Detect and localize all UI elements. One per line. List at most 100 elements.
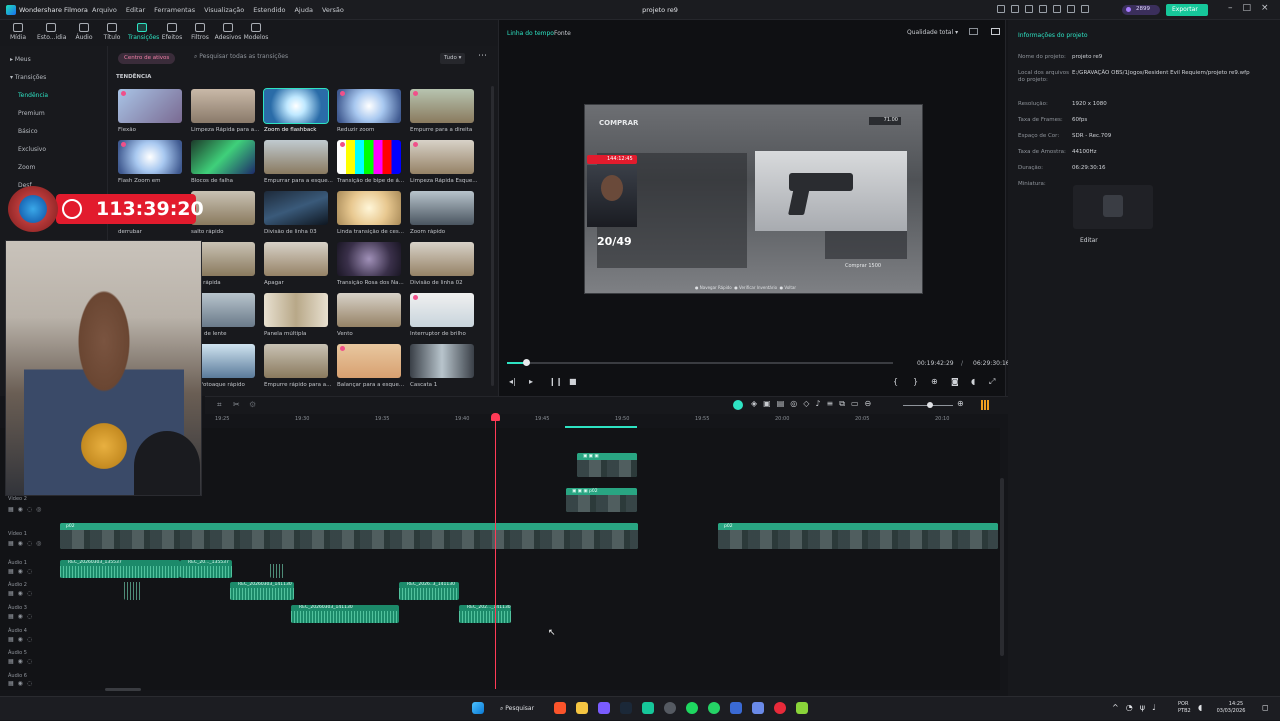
track-controls[interactable]: ▦◉◌ (8, 590, 36, 597)
video-clip[interactable]: p02 (60, 523, 638, 549)
tab-adesivos[interactable]: Adesivos (214, 23, 242, 41)
tab-efeitos[interactable]: Efeitos (158, 23, 186, 41)
split-view-icon[interactable] (969, 28, 978, 35)
tray-chevron-icon[interactable]: ^ (1112, 703, 1126, 712)
transition-tile[interactable] (118, 140, 182, 174)
grid-icon[interactable] (1067, 5, 1075, 13)
transition-tile[interactable] (337, 89, 401, 123)
tab-audio[interactable]: Áudio (70, 23, 98, 41)
tab-titulo[interactable]: Título (98, 23, 126, 41)
transition-tile[interactable] (337, 191, 401, 225)
keyboard-layout[interactable]: PTB2 (1178, 708, 1191, 714)
nav-basico[interactable]: Básico (18, 128, 38, 135)
nav-premium[interactable]: Premium (18, 110, 45, 117)
fullscreen-icon[interactable]: ⤢ (989, 377, 995, 387)
notes-icon[interactable] (796, 702, 808, 714)
audio-clip[interactable]: REC_20..._135537 (180, 560, 232, 578)
mic-icon[interactable]: ♪ (815, 399, 826, 408)
mail-icon[interactable] (1039, 5, 1047, 13)
nav-exclusivo[interactable]: Exclusivo (18, 146, 46, 153)
transition-tile[interactable] (264, 191, 328, 225)
export-button[interactable]: Exportar (1166, 4, 1208, 16)
menu-ajuda[interactable]: Ajuda (294, 0, 312, 20)
playhead[interactable] (495, 414, 496, 689)
nav-tendencia[interactable]: Tendência (18, 92, 48, 99)
usb-icon[interactable]: ψ (1140, 703, 1152, 712)
menu-versao[interactable]: Versão (322, 0, 344, 20)
pause-icon[interactable]: ❙❙ (549, 377, 562, 386)
audio-clip[interactable]: REC_202..._141130 (459, 605, 511, 623)
transition-tile[interactable] (191, 89, 255, 123)
windows-start-icon[interactable] (472, 702, 484, 714)
audio-clip[interactable]: REC_20260303_141130 (291, 605, 399, 623)
video-clip[interactable]: ▣ ▣ ▣ p02 (566, 488, 637, 512)
transition-tile[interactable] (410, 89, 474, 123)
playback-progress[interactable] (507, 359, 893, 366)
transition-tile[interactable] (410, 140, 474, 174)
mic-tray-icon[interactable]: ♩ (1152, 703, 1163, 712)
filmora-taskbar-icon[interactable] (642, 702, 654, 714)
thumbnail[interactable] (1073, 185, 1153, 229)
discord-icon[interactable] (598, 702, 610, 714)
track-controls[interactable]: ▦◉◌ (8, 680, 36, 687)
transition-tile[interactable] (337, 140, 401, 174)
menu-estendido[interactable]: Estendido (253, 0, 285, 20)
zoom-icon[interactable]: ⊕ (931, 377, 938, 386)
mark-out-icon[interactable]: } (913, 377, 918, 386)
steam-icon[interactable] (620, 702, 632, 714)
audio-clip[interactable]: REC_20260303_141130 (230, 582, 294, 600)
track-controls[interactable]: ▦◉◌ (8, 568, 36, 575)
transition-tile[interactable] (410, 242, 474, 276)
quality-dropdown[interactable]: Qualidade total ▾ (907, 29, 958, 36)
keyboard-language[interactable]: POR (1178, 701, 1188, 707)
settings-icon[interactable]: ⚙ (249, 400, 256, 409)
track-controls[interactable]: ▦◉◌ (8, 658, 36, 665)
filter-dropdown[interactable]: Tudo ▾ (440, 53, 466, 64)
search-input[interactable]: ⌕ Pesquisar todas as transições (194, 53, 288, 61)
tab-timeline[interactable]: Linha do tempo (507, 30, 554, 37)
volume-icon[interactable]: ◖ (971, 377, 975, 386)
camera-icon[interactable]: ◙ (951, 377, 959, 386)
recorder-icon[interactable] (774, 702, 786, 714)
transition-tile[interactable] (337, 344, 401, 378)
network-icon[interactable]: ◔ (1126, 703, 1140, 712)
nav-meus[interactable]: ▸ Meus (10, 56, 31, 63)
edit-thumbnail-button[interactable]: Editar (1080, 237, 1098, 244)
mixer-icon[interactable]: ≡ (827, 399, 840, 408)
track-controls[interactable]: ▦◉◌◎ (8, 540, 45, 547)
grid-view-icon[interactable] (981, 400, 990, 410)
track-controls[interactable]: ▦◉◌◎ (8, 506, 45, 513)
audio-clip[interactable] (270, 560, 284, 578)
zoom-slider-knob[interactable] (927, 402, 933, 408)
timeline-horizontal-scrollbar[interactable] (105, 688, 141, 691)
transition-tile[interactable] (410, 344, 474, 378)
layout-icon[interactable] (1081, 5, 1089, 13)
marker-icon[interactable]: ◈ (751, 399, 763, 408)
transition-tile[interactable] (264, 293, 328, 327)
audio-clip[interactable]: REC_2026..3_141130 (399, 582, 459, 600)
menu-ferramentas[interactable]: Ferramentas (154, 0, 195, 20)
save-icon[interactable] (1053, 5, 1061, 13)
tab-modelos[interactable]: Modelos (242, 23, 270, 41)
stop-icon[interactable]: ■ (569, 377, 577, 386)
crop-icon[interactable]: ⌗ (217, 400, 222, 410)
tab-transicoes[interactable]: Transições (128, 23, 159, 41)
obs-icon[interactable] (664, 702, 676, 714)
brave-icon[interactable] (554, 702, 566, 714)
monitor-icon[interactable] (1025, 5, 1033, 13)
menu-visualizacao[interactable]: Visualização (204, 0, 244, 20)
link-icon[interactable]: ⧉ (839, 399, 851, 408)
track-controls[interactable]: ▦◉◌ (8, 613, 36, 620)
ai-icon[interactable] (733, 400, 743, 410)
speed-icon[interactable]: ◎ (790, 399, 803, 408)
transition-tile[interactable] (410, 191, 474, 225)
progress-knob[interactable] (523, 359, 531, 366)
tab-filtros[interactable]: Filtros (186, 23, 214, 41)
cut-icon[interactable]: ✂ (233, 400, 240, 409)
clock-date[interactable]: 03/03/2026 (1206, 708, 1256, 714)
transition-tile[interactable] (337, 242, 401, 276)
transition-tile-selected[interactable] (263, 88, 329, 124)
minimize-icon[interactable]: – (1228, 3, 1243, 13)
playhead-handle[interactable] (491, 413, 500, 421)
nav-zoom[interactable]: Zoom (18, 164, 35, 171)
